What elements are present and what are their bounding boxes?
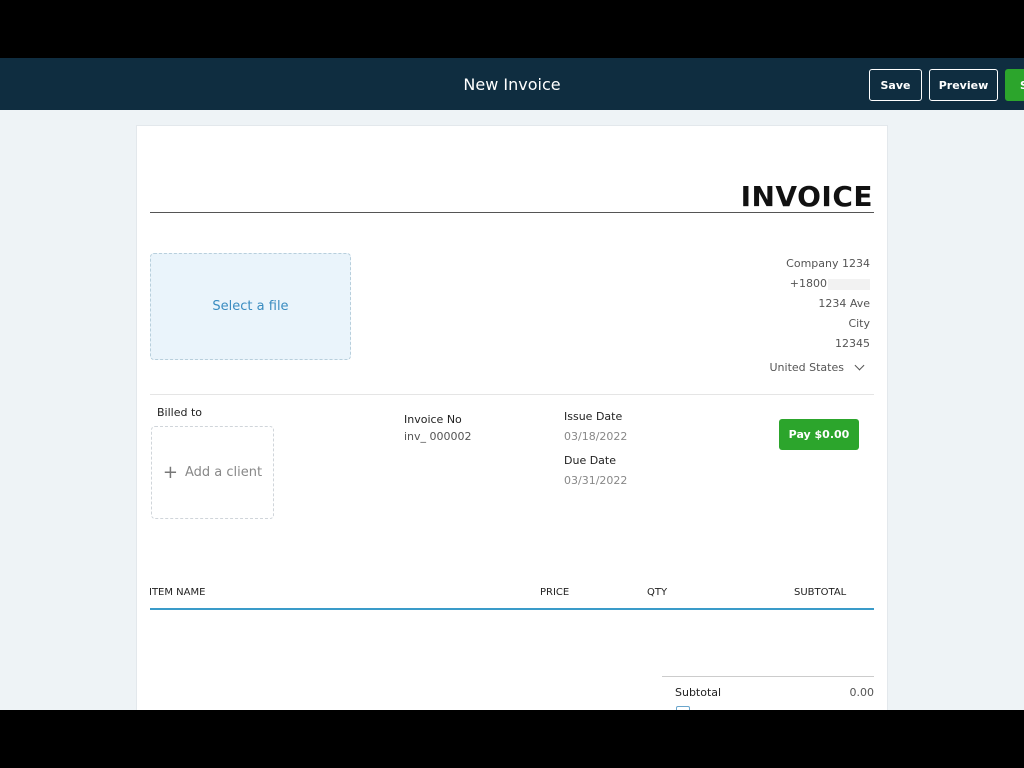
country-select[interactable]: United States bbox=[769, 360, 865, 374]
company-zip[interactable]: 12345 bbox=[786, 334, 870, 354]
due-date-label: Due Date bbox=[564, 454, 616, 467]
checkbox-icon[interactable] bbox=[676, 706, 690, 710]
invoice-no-label: Invoice No bbox=[404, 413, 462, 426]
col-header-qty: QTY bbox=[647, 587, 668, 598]
subtotal-label: Subtotal bbox=[675, 686, 722, 699]
company-city[interactable]: City bbox=[786, 314, 870, 334]
section-divider bbox=[150, 394, 874, 395]
invoice-sheet: INVOICE Select a file Company 1234 +1800… bbox=[136, 125, 888, 710]
company-address[interactable]: Company 1234 +1800 1234 Ave City 12345 bbox=[786, 254, 870, 354]
issue-date-label: Issue Date bbox=[564, 410, 623, 423]
subtotal-value: 0.00 bbox=[849, 686, 875, 699]
file-picker-label: Select a file bbox=[212, 299, 289, 314]
pay-button[interactable]: Pay $0.00 bbox=[779, 419, 859, 450]
col-header-item-name: ITEM NAME bbox=[149, 587, 206, 598]
phone-redaction bbox=[828, 278, 870, 290]
send-button[interactable]: S bbox=[1005, 69, 1024, 101]
add-client-button[interactable]: + Add a client bbox=[151, 426, 274, 519]
logo-file-picker[interactable]: Select a file bbox=[150, 253, 351, 360]
due-date-field[interactable]: 03/31/2022 bbox=[564, 474, 627, 487]
country-value: United States bbox=[769, 361, 845, 374]
plus-icon: + bbox=[162, 462, 178, 483]
invoice-heading: INVOICE bbox=[740, 180, 873, 213]
billed-to-label: Billed to bbox=[157, 406, 203, 419]
preview-button[interactable]: Preview bbox=[929, 69, 998, 101]
invoice-no-field[interactable]: inv_ 000002 bbox=[404, 430, 472, 443]
company-phone: +1800 bbox=[789, 277, 827, 290]
table-header-divider bbox=[150, 608, 874, 610]
title-divider bbox=[150, 212, 874, 213]
company-street[interactable]: 1234 Ave bbox=[786, 294, 870, 314]
totals-divider bbox=[662, 676, 874, 677]
top-bar: New Invoice Save Preview S bbox=[0, 58, 1024, 110]
save-button[interactable]: Save bbox=[869, 69, 922, 101]
col-header-subtotal: SUBTOTAL bbox=[794, 587, 847, 598]
app-screen: New Invoice Save Preview S INVOICE Selec… bbox=[0, 58, 1024, 710]
issue-date-field[interactable]: 03/18/2022 bbox=[564, 430, 627, 443]
company-name[interactable]: Company 1234 bbox=[786, 254, 870, 274]
add-client-label: Add a client bbox=[184, 465, 263, 480]
company-phone-row[interactable]: +1800 bbox=[786, 274, 870, 294]
chevron-down-icon bbox=[854, 360, 865, 371]
col-header-price: PRICE bbox=[540, 587, 570, 598]
